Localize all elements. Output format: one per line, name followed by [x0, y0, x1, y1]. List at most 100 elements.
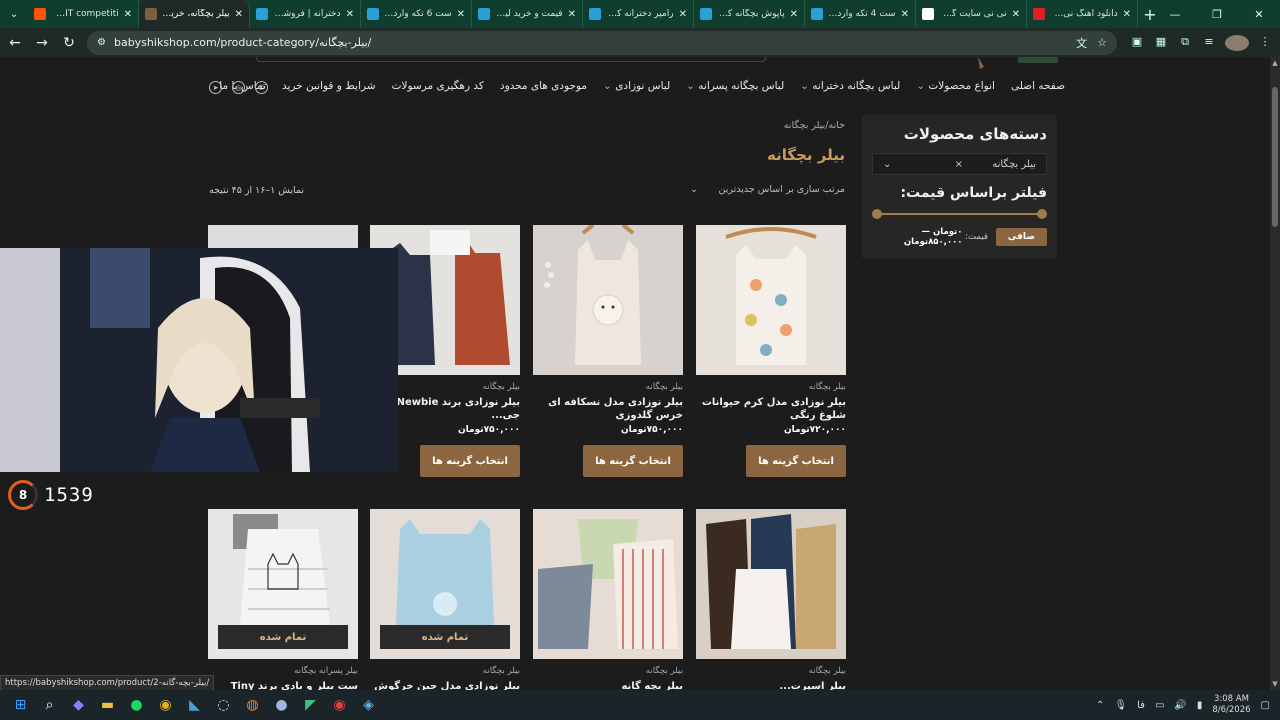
extension-icon-2[interactable]: ▦	[1149, 35, 1173, 51]
back-icon[interactable]: ←	[3, 31, 27, 55]
product-image[interactable]	[533, 225, 683, 375]
menu-kebab-icon[interactable]: ⋮	[1253, 35, 1277, 51]
product-name[interactable]: بیلر بچه گانه	[533, 681, 683, 690]
browser-tab[interactable]: قیمت و خرید لیوان ✕	[472, 0, 583, 28]
product-name[interactable]: بیلر نوزادی مدل کرم حیوانات شلوغ رنگی	[696, 397, 846, 422]
nav-item[interactable]: موجودی های محدود	[500, 80, 587, 92]
product-category[interactable]: بیلر بچگانه	[696, 666, 846, 676]
browser-tab[interactable]: بیلر بچگانه، خرید بی... ✕	[139, 0, 250, 28]
product-name[interactable]: بیلر اسپرت...	[696, 681, 846, 690]
tab-search-dropdown-icon[interactable]: ⌄	[0, 0, 28, 28]
product-name[interactable]: بیلر نوزادی مدل نسکافه ای خرس گلدوزی	[533, 397, 683, 422]
windows-start-icon[interactable]: ⊞	[6, 690, 35, 720]
site-info-icon[interactable]: ⚙	[97, 37, 106, 48]
close-tab-icon[interactable]: ✕	[790, 9, 798, 20]
close-tab-icon[interactable]: ✕	[1012, 9, 1020, 20]
notifications-icon[interactable]: ▢	[1261, 700, 1270, 711]
scroll-down-icon[interactable]: ▼	[1270, 680, 1280, 688]
display-icon[interactable]: ▭	[1155, 700, 1164, 711]
product-category[interactable]: بیلر بچگانه	[533, 382, 683, 392]
spotify-icon[interactable]: ●	[122, 690, 151, 720]
browser-tab[interactable]: ست 6 تکه واردانی ✕	[361, 0, 472, 28]
filter-button[interactable]: صافی	[995, 228, 1047, 246]
product-card[interactable]: تمام شده بیلر پسرانه بچگانه ست بیلر و با…	[208, 509, 358, 690]
product-name[interactable]: ست بیلر و بادی برند Tiny مدل طوسی	[208, 681, 358, 690]
file-explorer-icon[interactable]: ▬	[93, 690, 122, 720]
app-icon-2[interactable]: ◣	[180, 690, 209, 720]
select-options-button[interactable]: انتخاب گزینه ها	[420, 445, 520, 477]
scroll-up-icon[interactable]: ▲	[1270, 59, 1280, 67]
close-tab-icon[interactable]: ✕	[346, 9, 354, 20]
microphone-icon[interactable]: 🎙	[1114, 700, 1127, 711]
nav-item[interactable]: شرایط و قوانین خرید	[282, 80, 376, 92]
app-icon-3[interactable]: ◌	[209, 690, 238, 720]
tray-overflow-icon[interactable]: ⌃	[1096, 700, 1104, 711]
nav-item[interactable]: لباس نوزادی	[603, 80, 670, 92]
breadcrumb[interactable]: خانه/بیلر بچگانه	[784, 120, 845, 131]
telegram-icon[interactable]: ➤	[209, 81, 222, 94]
chrome-icon[interactable]: ◉	[151, 690, 180, 720]
product-category[interactable]: بیلر بچگانه	[533, 666, 683, 676]
product-image[interactable]	[533, 509, 683, 659]
firefox-icon[interactable]: ◍	[238, 690, 267, 720]
product-image[interactable]	[696, 225, 846, 375]
price-slider-min-handle[interactable]	[1037, 209, 1047, 219]
close-tab-icon[interactable]: ✕	[1123, 9, 1131, 20]
browser-tab[interactable]: دانلود آهنگ نی... ✕	[1027, 0, 1138, 28]
select-options-button[interactable]: انتخاب گزینه ها	[746, 445, 846, 477]
chrome-icon-2[interactable]: ◉	[325, 690, 354, 720]
product-card[interactable]: بیلر بچگانه بیلر نوزادی مدل کرم حیوانات …	[696, 225, 846, 477]
product-card[interactable]: بیلر بچگانه بیلر نوزادی مدل نسکافه ای خر…	[533, 225, 683, 477]
reload-icon[interactable]: ↻	[57, 31, 81, 55]
sort-select[interactable]: مرتب سازی بر اساس جدیدترین ⌄	[690, 184, 845, 195]
price-range-slider[interactable]	[872, 207, 1047, 221]
close-tab-icon[interactable]: ✕	[568, 9, 576, 20]
language-indicator[interactable]: فا	[1137, 700, 1145, 711]
browser-tab[interactable]: FACEIT competiti... ✕	[28, 0, 139, 28]
address-bar[interactable]: ⚙ babyshikshop.com/product-category/بیلر…	[87, 30, 1117, 55]
volume-icon[interactable]: 🔊	[1174, 700, 1186, 711]
url-text[interactable]: babyshikshop.com/product-category/بیلر-ب…	[114, 36, 1066, 49]
product-image[interactable]	[696, 509, 846, 659]
close-tab-icon[interactable]: ✕	[679, 9, 687, 20]
select-options-button[interactable]: انتخاب گزینه ها	[583, 445, 683, 477]
nav-item[interactable]: انواع محصولات	[916, 80, 995, 92]
chevron-down-icon[interactable]: ⌄	[883, 159, 891, 170]
minimize-icon[interactable]: —	[1154, 0, 1196, 28]
nav-item[interactable]: کد رهگیری مرسولات	[392, 80, 484, 92]
translate-icon[interactable]: 文	[1076, 35, 1087, 51]
browser-tab[interactable]: پاپوش بچگانه کد 47 ✕	[694, 0, 805, 28]
product-image[interactable]: تمام شده	[208, 509, 358, 659]
battery-icon[interactable]: ▮	[1197, 700, 1203, 711]
instagram-icon[interactable]: ◎	[232, 81, 245, 94]
category-select[interactable]: بیلر بچگانه × ⌄	[872, 153, 1047, 175]
product-category[interactable]: بیلر بچگانه	[696, 382, 846, 392]
product-name[interactable]: بیلر نوزادی مدل جین خرگوش گلدوزی	[370, 681, 520, 690]
scrollbar-thumb[interactable]	[1272, 87, 1278, 227]
app-icon-4[interactable]: ●	[267, 690, 296, 720]
app-icon-5[interactable]: ◤	[296, 690, 325, 720]
forward-icon[interactable]: →	[30, 31, 54, 55]
close-tab-icon[interactable]: ✕	[124, 9, 132, 20]
search-icon[interactable]: ⌕	[35, 690, 64, 720]
nav-item[interactable]: صفحه اصلی	[1011, 80, 1065, 92]
close-tab-icon[interactable]: ✕	[457, 9, 465, 20]
product-card[interactable]: تمام شده بیلر بچگانه بیلر نوزادی مدل جین…	[370, 509, 520, 690]
product-category[interactable]: بیلر پسرانه بچگانه	[208, 666, 358, 676]
extension-icon-1[interactable]: ▣	[1125, 35, 1149, 51]
price-slider-max-handle[interactable]	[872, 209, 882, 219]
extensions-puzzle-icon[interactable]: ⧉	[1173, 35, 1197, 51]
reading-list-icon[interactable]: ≡	[1197, 35, 1221, 51]
browser-tab[interactable]: رامپر دخترانه کارتر ✕	[583, 0, 694, 28]
product-category[interactable]: بیلر بچگانه	[370, 666, 520, 676]
close-window-icon[interactable]: ✕	[1238, 0, 1280, 28]
product-card[interactable]: بیلر بچگانه بیلر اسپرت...	[696, 509, 846, 690]
close-tab-icon[interactable]: ✕	[901, 9, 909, 20]
whatsapp-icon[interactable]: ✆	[255, 81, 268, 94]
profile-avatar[interactable]	[1225, 34, 1249, 51]
steam-icon[interactable]: ◈	[354, 690, 383, 720]
browser-tab[interactable]: ست 4 تکه واردانی ✕	[805, 0, 916, 28]
restore-icon[interactable]: ❐	[1196, 0, 1238, 28]
browser-tab[interactable]: نی نی سایت گردن... ✕	[916, 0, 1027, 28]
page-scrollbar[interactable]: ▲ ▼	[1270, 57, 1280, 690]
